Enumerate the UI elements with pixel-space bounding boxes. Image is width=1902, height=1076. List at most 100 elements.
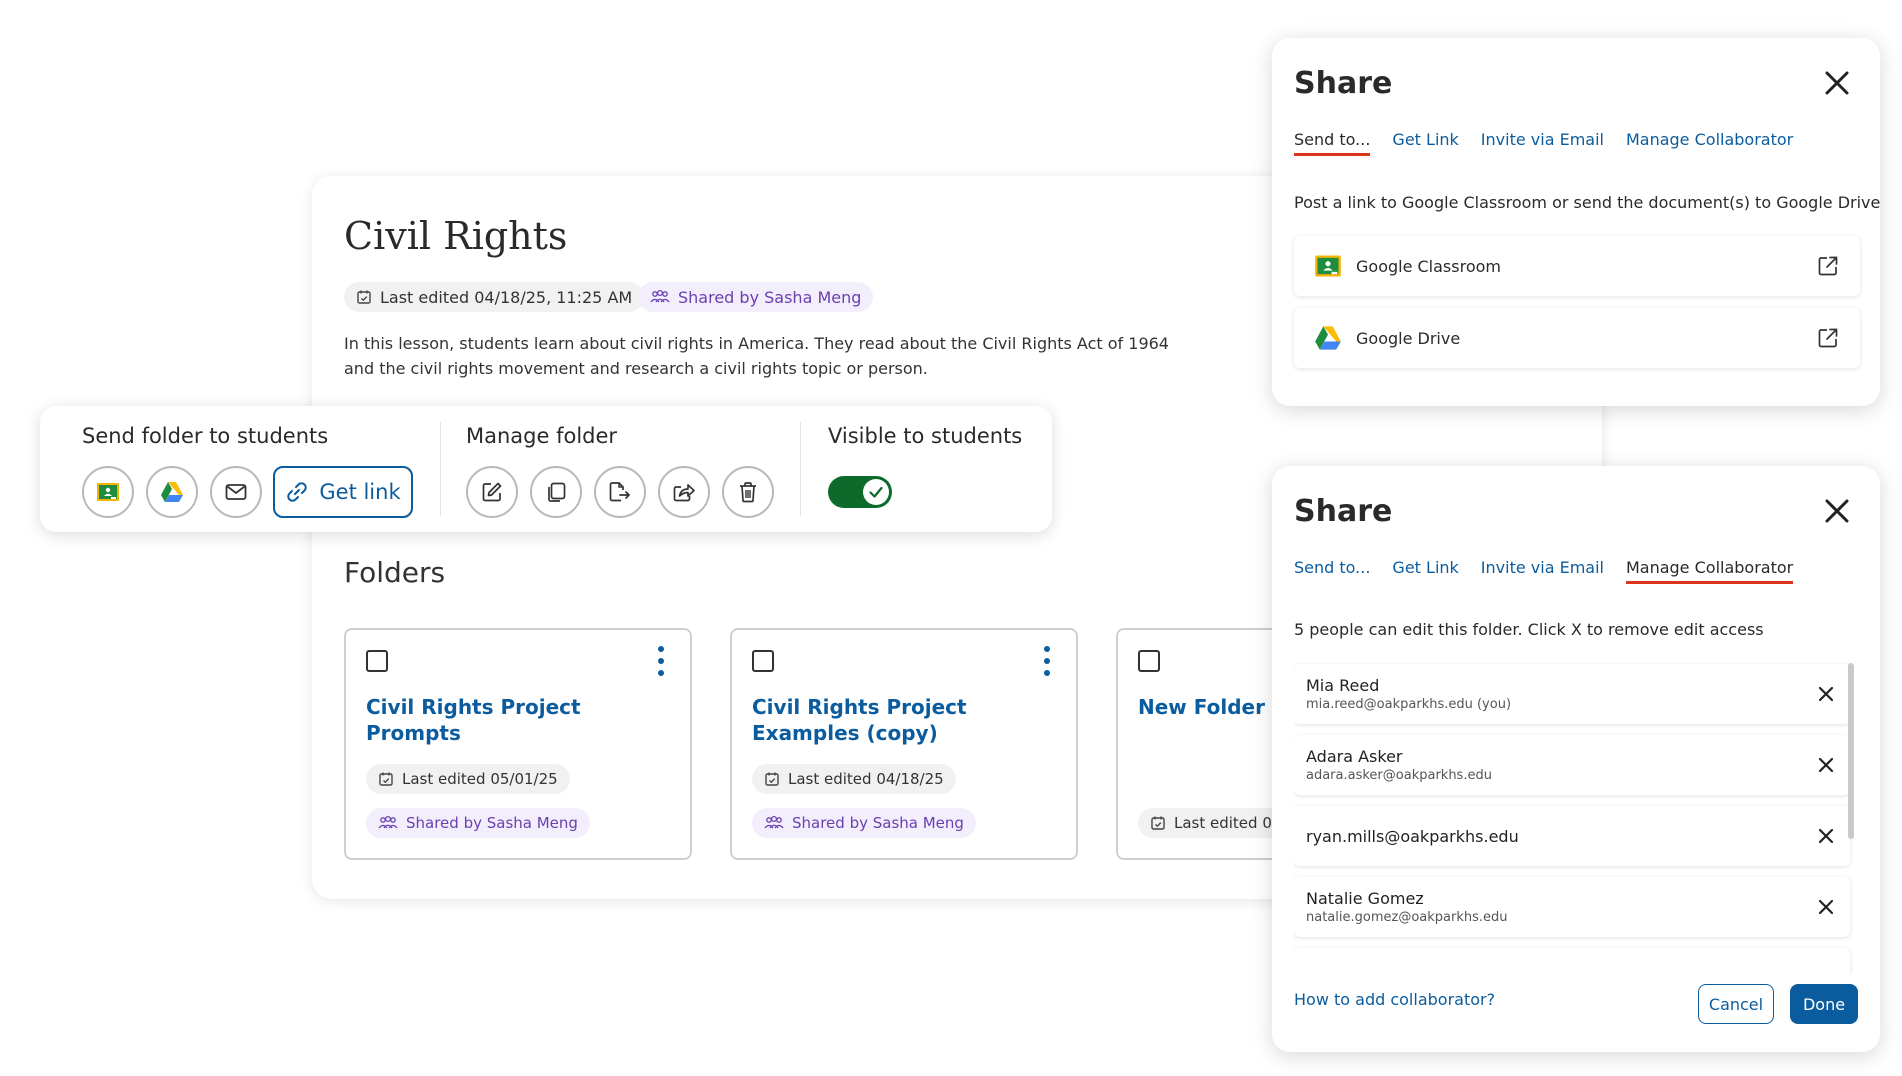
tab-invite-via-email[interactable]: Invite via Email [1481, 558, 1604, 584]
last-edited-text: Last edited 04/18/25, 11:25 AM [380, 287, 633, 307]
google-drive-option[interactable]: Google Drive [1294, 308, 1860, 368]
last-edited-badge: Last edited 04 [1138, 808, 1294, 838]
remove-collaborator-button[interactable] [1816, 826, 1836, 846]
share-icon [673, 484, 695, 502]
external-link-icon [1818, 328, 1838, 348]
toggle-knob [863, 479, 889, 505]
copy-icon [548, 482, 566, 502]
google-classroom-icon [1315, 255, 1341, 277]
close-dialog-button[interactable] [1822, 496, 1852, 526]
send-section-label: Send folder to students [82, 424, 329, 448]
visible-section-label: Visible to students [828, 424, 1023, 448]
folder-checkbox[interactable] [752, 650, 774, 672]
folder-checkbox[interactable] [366, 650, 388, 672]
collaborator-list-scrollbar[interactable] [1848, 663, 1854, 839]
destination-label: Google Classroom [1356, 256, 1501, 276]
remove-collaborator-button[interactable] [1816, 897, 1836, 917]
more-options-icon[interactable] [656, 646, 666, 676]
link-icon [287, 482, 308, 502]
collaborator-row: Mia Reed mia.reed@oakparkhs.edu (you) [1294, 664, 1850, 724]
google-drive-icon [1315, 326, 1341, 350]
close-icon [1818, 686, 1834, 702]
move-folder-button[interactable] [594, 466, 646, 518]
send-google-drive-button[interactable] [146, 466, 198, 518]
tab-get-link[interactable]: Get Link [1392, 558, 1458, 584]
duplicate-folder-button[interactable] [530, 466, 582, 518]
calendar-icon [357, 290, 371, 304]
external-link-icon [1818, 256, 1838, 276]
manage-section-label: Manage folder [466, 424, 618, 448]
trash-icon [740, 482, 756, 503]
collaborator-row [1294, 948, 1850, 974]
page-title: Civil Rights [344, 214, 568, 258]
google-drive-icon [161, 482, 183, 502]
tab-manage-collaborator[interactable]: Manage Collaborator [1625, 558, 1794, 584]
tab-send-to[interactable]: Send to... [1294, 558, 1370, 584]
folder-title[interactable]: Civil Rights Project Prompts [366, 694, 666, 746]
lesson-description: In this lesson, students learn about civ… [344, 334, 1169, 378]
collaborator-name: Natalie Gomez [1306, 889, 1424, 908]
calendar-icon [765, 772, 779, 786]
folder-card[interactable]: Civil Rights Project Prompts Last edited… [344, 628, 692, 860]
shared-by-badge: Shared by Sasha Meng [366, 808, 590, 838]
collaborator-row: Natalie Gomez natalie.gomez@oakparkhs.ed… [1294, 877, 1850, 937]
email-icon [225, 484, 247, 500]
shared-by-badge: Shared by Sasha Meng [752, 808, 976, 838]
dialog-description: Post a link to Google Classroom or send … [1294, 193, 1881, 212]
edit-icon [482, 482, 502, 502]
destination-label: Google Drive [1356, 328, 1461, 348]
share-dialog-send: Share Send to... Get Link Invite via Ema… [1272, 38, 1880, 406]
share-tabs: Send to... Get Link Invite via Email Man… [1294, 558, 1794, 584]
tab-send-to[interactable]: Send to... [1294, 130, 1371, 156]
google-classroom-icon [97, 483, 119, 501]
send-email-button[interactable] [210, 466, 262, 518]
collaborator-email: natalie.gomez@oakparkhs.edu [1306, 910, 1508, 925]
get-link-button[interactable]: Get link [273, 466, 413, 518]
send-google-classroom-button[interactable] [82, 466, 134, 518]
close-icon [1825, 499, 1849, 523]
folders-heading: Folders [344, 556, 446, 589]
edit-folder-button[interactable] [466, 466, 518, 518]
share-dialog-manage: Share Send to... Get Link Invite via Ema… [1272, 466, 1880, 1052]
tab-get-link[interactable]: Get Link [1392, 130, 1458, 156]
remove-collaborator-button[interactable] [1816, 684, 1836, 704]
calendar-icon [379, 772, 393, 786]
collaborator-list[interactable]: Mia Reed mia.reed@oakparkhs.edu (you) Ad… [1294, 662, 1868, 974]
share-folder-button[interactable] [658, 466, 710, 518]
toolbar-divider [800, 422, 801, 516]
remove-collaborator-button[interactable] [1816, 755, 1836, 775]
folder-title[interactable]: Civil Rights Project Examples (copy) [752, 694, 1052, 746]
done-button[interactable]: Done [1790, 984, 1858, 1024]
close-dialog-button[interactable] [1822, 68, 1852, 98]
how-to-add-collaborator-link[interactable]: How to add collaborator? [1294, 990, 1495, 1009]
group-icon [650, 289, 670, 303]
shared-by-text: Shared by Sasha Meng [678, 287, 862, 307]
share-tabs: Send to... Get Link Invite via Email Man… [1294, 130, 1793, 156]
visible-to-students-toggle[interactable] [828, 476, 892, 508]
collaborator-name: Mia Reed [1306, 676, 1380, 695]
shared-by-text: Shared by Sasha Meng [792, 814, 964, 832]
close-icon [1818, 757, 1834, 773]
dialog-title: Share [1294, 494, 1393, 529]
dialog-title: Share [1294, 66, 1393, 101]
group-icon [378, 815, 398, 829]
tab-invite-via-email[interactable]: Invite via Email [1481, 130, 1604, 156]
tab-manage-collaborator[interactable]: Manage Collaborator [1626, 130, 1793, 156]
delete-folder-button[interactable] [722, 466, 774, 518]
last-edited-badge: Last edited 04/18/25 [752, 764, 956, 794]
last-edited-badge: Last edited 05/01/25 [366, 764, 570, 794]
collaborator-email: adara.asker@oakparkhs.edu [1306, 768, 1492, 783]
last-edited-badge: Last edited 04/18/25, 11:25 AM [344, 282, 645, 312]
cancel-button[interactable]: Cancel [1698, 984, 1774, 1024]
checkmark-icon [869, 486, 883, 498]
folder-card[interactable]: Civil Rights Project Examples (copy) Las… [730, 628, 1078, 860]
shared-by-badge: Shared by Sasha Meng [638, 282, 874, 312]
last-edited-text: Last edited 05/01/25 [402, 770, 558, 788]
more-options-icon[interactable] [1042, 646, 1052, 676]
move-icon [609, 482, 630, 502]
last-edited-text: Last edited 04 [1174, 814, 1282, 832]
google-classroom-option[interactable]: Google Classroom [1294, 236, 1860, 296]
collaborator-row: Adara Asker adara.asker@oakparkhs.edu [1294, 735, 1850, 795]
collaborator-row: ryan.mills@oakparkhs.edu [1294, 806, 1850, 866]
folder-checkbox[interactable] [1138, 650, 1160, 672]
